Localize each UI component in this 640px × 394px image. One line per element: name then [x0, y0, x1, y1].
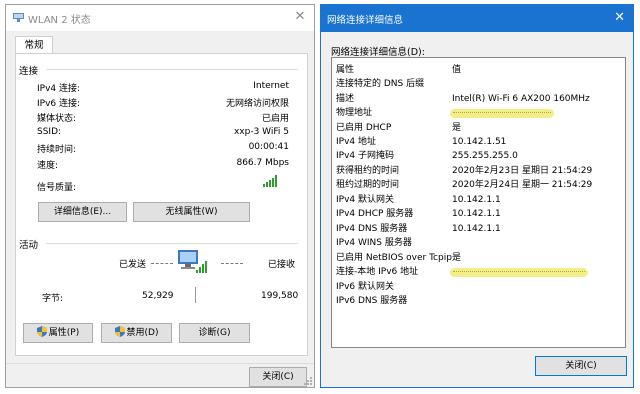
received-label: 已接收: [268, 260, 296, 270]
network-details-titlebar[interactable]: 网络连接详细信息 ✕: [321, 5, 633, 32]
property-ipv4-address: IPv4 地址: [336, 137, 376, 147]
list-item[interactable]: 已启用 DHCP 是: [332, 121, 625, 135]
list-item[interactable]: IPv4 DNS 服务器 10.142.1.1: [332, 222, 625, 236]
list-item[interactable]: 描述 Intel(R) Wi-Fi 6 AX200 160MHz: [332, 92, 625, 106]
bytes-received-value: 199,580: [261, 291, 299, 301]
wlan-status-titlebar[interactable]: WLAN 2 状态 ✕: [6, 5, 314, 31]
redacted-link-local-ipv6: [450, 268, 588, 277]
list-item[interactable]: 连接特定的 DNS 后缀: [332, 77, 625, 91]
disable-button[interactable]: 禁用(D): [101, 323, 172, 343]
uac-shield-icon: [36, 326, 47, 337]
property-ipv4-dhcp-server: IPv4 DHCP 服务器: [336, 209, 414, 219]
disable-button-label: 禁用(D): [126, 328, 159, 338]
ssid-label: SSID:: [37, 127, 62, 137]
property-ipv4-default-gateway: IPv4 默认网关: [336, 195, 394, 205]
property-dns-suffix: 连接特定的 DNS 后缀: [336, 79, 425, 89]
details-list-label: 网络连接详细信息(D):: [331, 47, 425, 58]
signal-strength-icon: [263, 175, 277, 187]
close-button[interactable]: 关闭(C): [535, 356, 627, 376]
resize-grip-icon[interactable]: [304, 377, 312, 385]
footer-divider: [6, 363, 314, 364]
property-physical-address: 物理地址: [336, 108, 373, 118]
list-item[interactable]: IPv4 地址 10.142.1.51: [332, 135, 625, 149]
close-icon[interactable]: ✕: [614, 10, 625, 26]
property-ipv4-wins-server: IPv4 WINS 服务器: [336, 238, 412, 248]
media-state-label: 媒体状态:: [37, 114, 77, 124]
value-ipv4-address: 10.142.1.51: [452, 137, 507, 147]
header-value: 值: [452, 65, 462, 75]
wlan-status-title: WLAN 2 状态: [28, 15, 91, 26]
properties-button[interactable]: 属性(P): [23, 323, 93, 343]
list-item[interactable]: IPv6 DNS 服务器: [332, 294, 625, 308]
value-netbios-enabled: 是: [452, 253, 462, 263]
close-button[interactable]: 关闭(C): [249, 367, 307, 387]
duration-label: 持续时间:: [37, 145, 77, 155]
property-ipv4-dns-server: IPv4 DNS 服务器: [336, 224, 408, 234]
connection-section-divider: [46, 69, 298, 70]
ipv6-connectivity-value: 无网络访问权限: [225, 99, 289, 109]
value-ipv4-default-gateway: 10.142.1.1: [452, 195, 501, 205]
bytes-divider: [195, 287, 196, 303]
speed-label: 速度:: [37, 161, 59, 171]
signal-quality-label: 信号质量:: [37, 183, 77, 193]
redacted-physical-address: [450, 109, 554, 118]
list-header: 属性 值: [332, 63, 625, 77]
sent-label: 已发送: [119, 260, 147, 270]
sent-activity-line: [151, 263, 173, 264]
list-item[interactable]: 获得租约的时间 2020年2月23日 星期日 21:54:29: [332, 164, 625, 178]
wifi-adapter-icon: [13, 13, 24, 22]
list-item[interactable]: 租约过期的时间 2020年2月24日 星期一 21:54:29: [332, 178, 625, 192]
list-item[interactable]: IPv4 DHCP 服务器 10.142.1.1: [332, 207, 625, 221]
bytes-sent-value: 52,929: [142, 291, 174, 301]
property-link-local-ipv6: 连接-本地 IPv6 地址: [336, 267, 419, 277]
value-ipv4-subnet-mask: 255.255.255.0: [452, 151, 518, 161]
network-details-dialog: 网络连接详细信息 ✕ 网络连接详细信息(D): 属性 值 连接特定的 DNS 后…: [320, 4, 634, 388]
media-state-value: 已启用: [261, 114, 289, 124]
value-ipv4-dhcp-server: 10.142.1.1: [452, 209, 501, 219]
connection-section-title: 连接: [19, 66, 39, 77]
property-lease-expires: 租约过期的时间: [336, 180, 400, 190]
header-property: 属性: [336, 65, 355, 75]
received-activity-line: [221, 263, 243, 264]
property-lease-obtained: 获得租约的时间: [336, 166, 400, 176]
uac-shield-icon: [114, 326, 125, 337]
property-description: 描述: [336, 94, 355, 104]
speed-value: 866.7 Mbps: [236, 158, 289, 168]
ipv4-connectivity-label: IPv4 连接:: [37, 84, 81, 94]
details-button[interactable]: 详细信息(E)...: [38, 202, 127, 222]
list-item[interactable]: IPv4 子网掩码 255.255.255.0: [332, 149, 625, 163]
wireless-properties-button[interactable]: 无线属性(W): [133, 202, 250, 222]
property-ipv6-dns-server: IPv6 DNS 服务器: [336, 296, 408, 306]
diagnose-button[interactable]: 诊断(G): [179, 323, 250, 343]
activity-section-divider: [46, 243, 298, 244]
list-item[interactable]: 物理地址: [332, 106, 625, 120]
properties-button-label: 属性(P): [48, 328, 80, 338]
ipv6-connectivity-label: IPv6 连接:: [37, 99, 81, 109]
value-lease-expires: 2020年2月24日 星期一 21:54:29: [452, 180, 593, 190]
value-lease-obtained: 2020年2月23日 星期日 21:54:29: [452, 166, 593, 176]
value-description: Intel(R) Wi-Fi 6 AX200 160MHz: [452, 94, 590, 104]
activity-section-title: 活动: [19, 240, 39, 251]
ipv4-connectivity-value: Internet: [253, 81, 289, 91]
bytes-label: 字节:: [42, 294, 64, 304]
list-item[interactable]: IPv4 WINS 服务器: [332, 236, 625, 250]
tab-general[interactable]: 常规: [15, 36, 53, 54]
list-item[interactable]: 已启用 NetBIOS over Tcpip 是: [332, 251, 625, 265]
network-details-title: 网络连接详细信息: [327, 15, 404, 26]
list-item[interactable]: IPv6 默认网关: [332, 280, 625, 294]
close-icon[interactable]: ✕: [292, 9, 308, 25]
value-ipv4-dns-server: 10.142.1.1: [452, 224, 501, 234]
value-dhcp-enabled: 是: [452, 123, 462, 133]
property-ipv4-subnet-mask: IPv4 子网掩码: [336, 151, 394, 161]
details-list[interactable]: 属性 值 连接特定的 DNS 后缀 描述 Intel(R) Wi-Fi 6 AX…: [331, 57, 626, 348]
wlan-status-dialog: WLAN 2 状态 ✕ 常规 连接 IPv4 连接: Internet IPv6…: [5, 4, 315, 388]
property-ipv6-default-gateway: IPv6 默认网关: [336, 282, 394, 292]
network-computers-icon: [178, 250, 207, 273]
list-item[interactable]: 连接-本地 IPv6 地址: [332, 265, 625, 279]
property-dhcp-enabled: 已启用 DHCP: [336, 123, 392, 133]
duration-value: 00:00:41: [248, 142, 289, 152]
ssid-value: xxp-3 WiFi 5: [233, 127, 289, 137]
list-item[interactable]: IPv4 默认网关 10.142.1.1: [332, 193, 625, 207]
property-netbios-enabled: 已启用 NetBIOS over Tcpip: [336, 253, 452, 263]
